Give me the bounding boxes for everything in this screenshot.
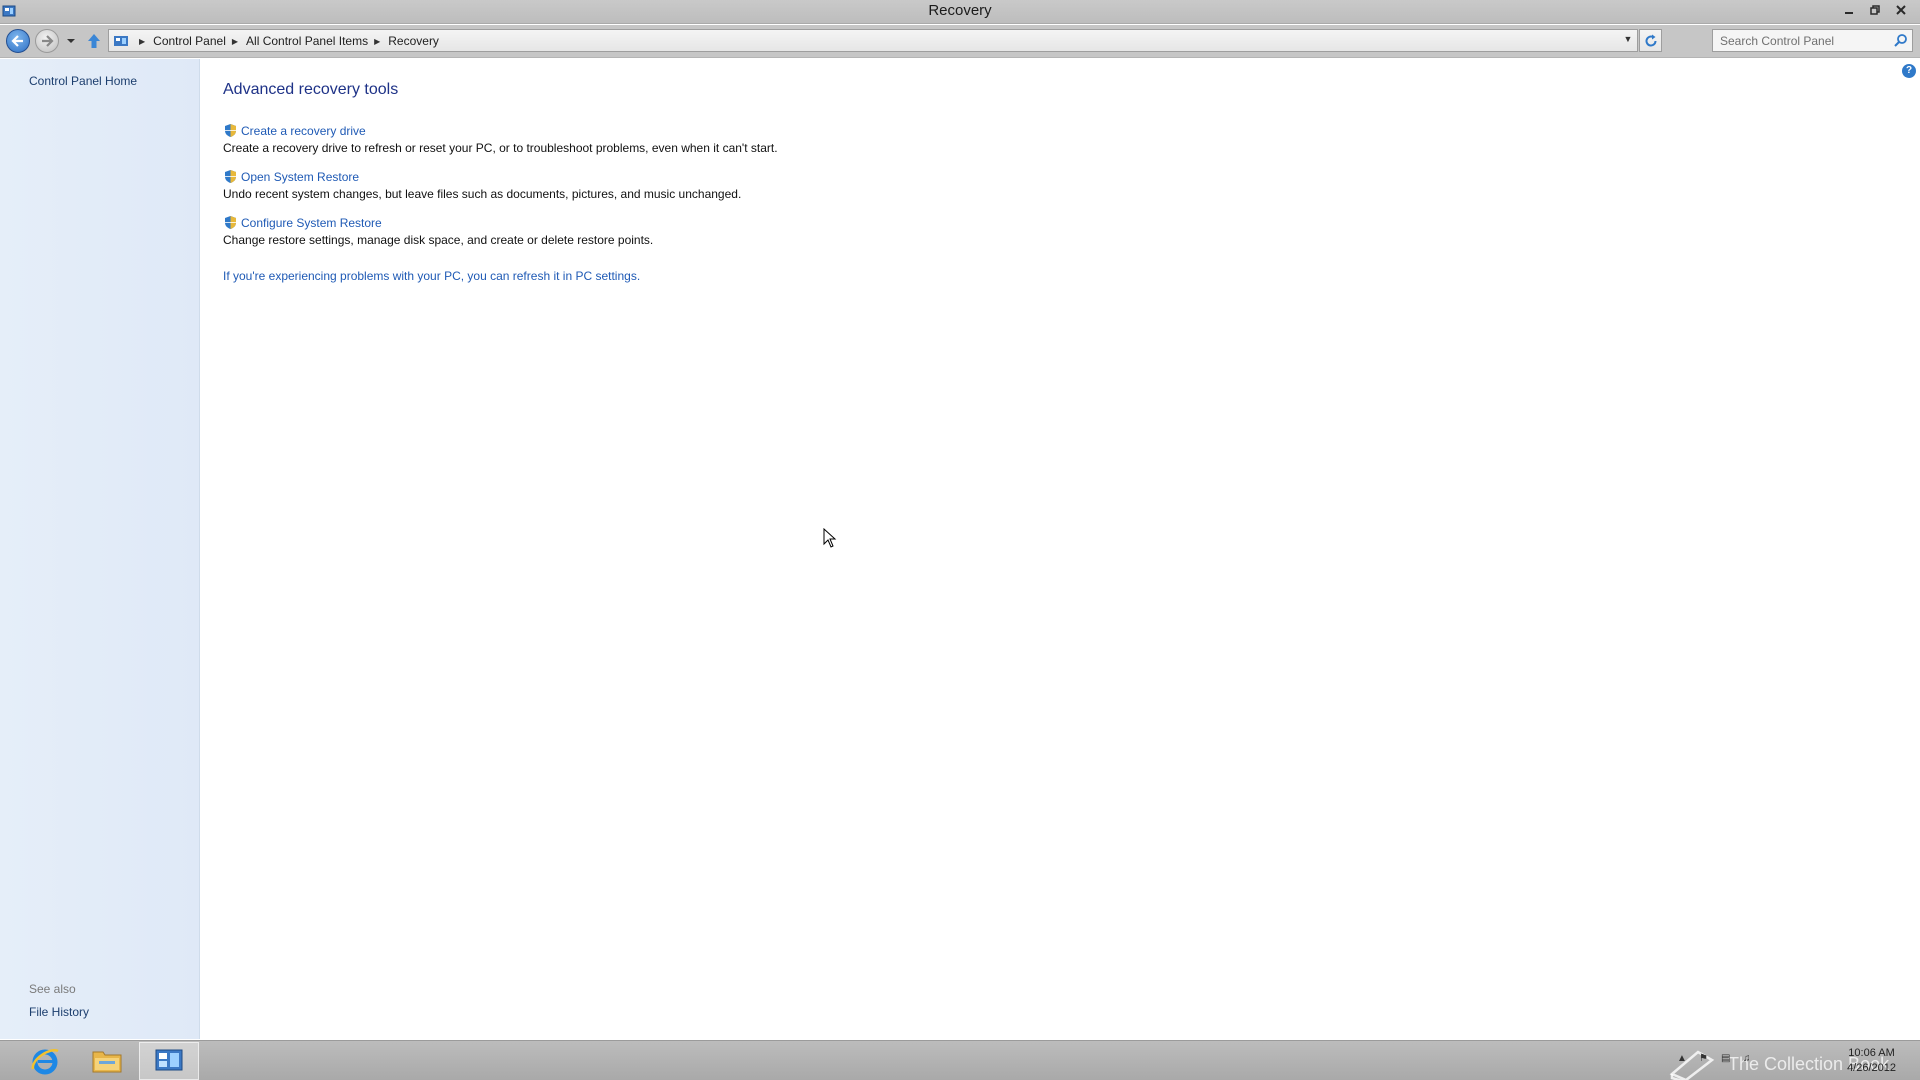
- navigation-bar: ▶ Control Panel ▶ All Control Panel Item…: [0, 25, 1920, 58]
- restore-button[interactable]: [1862, 0, 1888, 20]
- folder-icon: [92, 1051, 122, 1073]
- control-panel-icon: [155, 1049, 183, 1071]
- minimize-button[interactable]: [1836, 0, 1862, 20]
- breadcrumb-control-panel[interactable]: Control Panel: [153, 34, 226, 48]
- clock-date: 4/26/2012: [1847, 1062, 1896, 1074]
- breadcrumb-separator-icon[interactable]: ▶: [374, 37, 380, 46]
- taskbar-file-explorer[interactable]: [77, 1042, 137, 1080]
- up-arrow-icon[interactable]: [86, 32, 102, 50]
- create-recovery-drive-link[interactable]: Create a recovery drive: [241, 124, 366, 138]
- restore-icon: [1870, 5, 1880, 15]
- clock-time: 10:06 AM: [1848, 1047, 1895, 1059]
- main-content: ? Advanced recovery tools Create a recov…: [201, 59, 1920, 1039]
- minimize-icon: [1845, 12, 1853, 14]
- taskbar: The Collection Book ▲ ⚑ ▤ ♫ 10:06 AM 4/2…: [0, 1040, 1920, 1080]
- open-system-restore-link[interactable]: Open System Restore: [241, 170, 359, 184]
- file-history-link[interactable]: File History: [29, 1005, 89, 1019]
- help-icon[interactable]: ?: [1902, 64, 1916, 78]
- network-icon[interactable]: ▤: [1721, 1053, 1733, 1065]
- show-hidden-icons-icon[interactable]: ▲: [1677, 1053, 1689, 1065]
- refresh-button[interactable]: [1639, 29, 1662, 52]
- configure-system-restore-link[interactable]: Configure System Restore: [241, 216, 382, 230]
- task-open-system-restore: Open System Restore Undo recent system c…: [223, 169, 742, 202]
- forward-button[interactable]: [35, 29, 59, 53]
- recent-locations-dropdown-icon[interactable]: [66, 35, 76, 47]
- taskbar-internet-explorer[interactable]: [15, 1042, 75, 1080]
- refresh-pc-settings-link[interactable]: If you're experiencing problems with you…: [223, 269, 640, 283]
- search-input[interactable]: [1713, 30, 1888, 51]
- address-history-dropdown-icon[interactable]: ▼: [1622, 34, 1634, 48]
- refresh-icon: [1645, 34, 1657, 47]
- left-task-pane: Control Panel Home See also File History: [0, 59, 200, 1039]
- control-panel-icon: [114, 36, 128, 46]
- back-button[interactable]: [6, 29, 30, 53]
- control-panel-home-link[interactable]: Control Panel Home: [29, 74, 137, 88]
- mouse-cursor-icon: [823, 528, 837, 548]
- volume-icon[interactable]: ♫: [1743, 1053, 1755, 1065]
- search-box[interactable]: [1712, 29, 1913, 52]
- task-description: Undo recent system changes, but leave fi…: [223, 187, 742, 201]
- internet-explorer-icon: [31, 1048, 59, 1075]
- breadcrumb-all-items[interactable]: All Control Panel Items: [246, 34, 368, 48]
- window-title: Recovery: [928, 2, 992, 19]
- system-clock[interactable]: 10:06 AM 4/26/2012: [1847, 1046, 1896, 1076]
- notification-area: ▲ ⚑ ▤ ♫: [1677, 1053, 1755, 1065]
- arrow-right-icon: [42, 35, 54, 47]
- search-icon[interactable]: [1893, 33, 1908, 48]
- page-title: Advanced recovery tools: [223, 81, 399, 98]
- task-configure-system-restore: Configure System Restore Change restore …: [223, 215, 654, 248]
- arrow-left-icon: [11, 35, 23, 47]
- title-bar: Recovery: [0, 0, 1920, 24]
- taskbar-control-panel[interactable]: [139, 1042, 199, 1080]
- action-center-flag-icon[interactable]: ⚑: [1699, 1053, 1711, 1065]
- breadcrumb-recovery[interactable]: Recovery: [388, 34, 439, 48]
- breadcrumb: ▶ Control Panel ▶ All Control Panel Item…: [133, 34, 439, 48]
- close-icon: [1896, 5, 1906, 15]
- uac-shield-icon: [225, 124, 236, 137]
- address-bar[interactable]: ▶ Control Panel ▶ All Control Panel Item…: [108, 29, 1638, 52]
- caption-buttons: [1836, 0, 1914, 20]
- breadcrumb-separator-icon[interactable]: ▶: [232, 37, 238, 46]
- close-button[interactable]: [1888, 0, 1914, 20]
- uac-shield-icon: [225, 216, 236, 229]
- task-description: Create a recovery drive to refresh or re…: [223, 141, 778, 155]
- task-description: Change restore settings, manage disk spa…: [223, 233, 654, 247]
- task-create-recovery-drive: Create a recovery drive Create a recover…: [223, 123, 778, 156]
- uac-shield-icon: [225, 170, 236, 183]
- see-also-label: See also: [29, 982, 76, 996]
- breadcrumb-separator-icon[interactable]: ▶: [139, 37, 145, 46]
